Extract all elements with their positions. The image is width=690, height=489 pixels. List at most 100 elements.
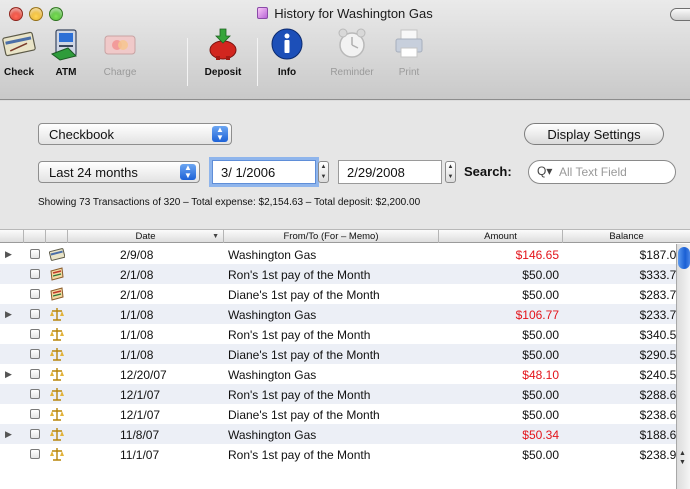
- toolbar-atm-label: ATM: [55, 67, 77, 78]
- scale-icon: [50, 408, 64, 421]
- column-date[interactable]: Date ▼: [68, 230, 224, 243]
- window-title: History for Washington Gas: [0, 6, 690, 21]
- row-date: 1/1/08: [120, 348, 154, 362]
- deposit-icon: [50, 287, 64, 301]
- row-amount: $50.00: [522, 288, 559, 302]
- row-amount: $50.00: [522, 448, 559, 462]
- toolbar-check-button[interactable]: Check: [0, 26, 43, 78]
- column-from-to[interactable]: From/To (For – Memo): [224, 230, 439, 243]
- scroll-arrows-icon[interactable]: ▲ ▼: [679, 449, 686, 467]
- row-date: 2/1/08: [120, 288, 154, 302]
- column-expand[interactable]: [0, 230, 24, 243]
- transaction-summary: Showing 73 Transactions of 320 – Total e…: [38, 197, 421, 208]
- row-payee: Washington Gas: [228, 368, 317, 382]
- disclosure-triangle-icon[interactable]: ▶: [5, 369, 12, 380]
- search-input[interactable]: Q▾ All Text Field: [528, 160, 676, 184]
- scale-icon: [50, 448, 64, 461]
- toolbar-deposit-button[interactable]: Deposit: [199, 26, 247, 78]
- table-row[interactable]: 11/1/07 Ron's 1st pay of the Month $50.00 $…: [0, 444, 683, 464]
- toolbar-atm-button[interactable]: ATM: [42, 26, 90, 78]
- row-checkbox[interactable]: [30, 449, 40, 459]
- row-amount: $50.34: [522, 428, 559, 442]
- row-checkbox[interactable]: [30, 389, 40, 399]
- row-date: 1/1/08: [120, 308, 154, 322]
- scale-icon: [50, 388, 64, 401]
- toolbar-info-button[interactable]: Info: [263, 26, 311, 78]
- table-row[interactable]: ▶ 1/1/08 Washington Gas $106.77 $233.74: [0, 304, 683, 324]
- column-checkbox[interactable]: [24, 230, 46, 243]
- sort-descending-icon: ▼: [212, 233, 219, 240]
- column-amount[interactable]: Amount: [439, 230, 563, 243]
- start-date-stepper[interactable]: ▲ ▼: [318, 161, 329, 183]
- table-header: Date ▼ From/To (For – Memo) Amount Balan…: [0, 229, 690, 243]
- table-row[interactable]: 1/1/08 Diane's 1st pay of the Month $50.00…: [0, 344, 683, 364]
- row-amount: $50.00: [522, 408, 559, 422]
- row-amount: $50.00: [522, 388, 559, 402]
- row-payee: Ron's 1st pay of the Month: [228, 328, 371, 342]
- table-row[interactable]: 2/1/08 Diane's 1st pay of the Month $50.00…: [0, 284, 683, 304]
- disclosure-triangle-icon[interactable]: ▶: [5, 309, 12, 320]
- toolbar-print-button[interactable]: Print: [385, 26, 433, 78]
- row-checkbox[interactable]: [30, 329, 40, 339]
- transactions-table: Date ▼ From/To (For – Memo) Amount Balan…: [0, 229, 690, 489]
- start-date-field[interactable]: 3/ 1/2006: [212, 160, 316, 184]
- disclosure-triangle-icon[interactable]: ▶: [5, 429, 12, 440]
- scale-icon: [50, 308, 64, 321]
- deposit-icon: [50, 267, 64, 281]
- table-row[interactable]: ▶ 12/20/07 Washington Gas $48.10 $240.51: [0, 364, 683, 384]
- toolbar-info-label: Info: [277, 67, 297, 78]
- column-type[interactable]: [46, 230, 68, 243]
- row-checkbox[interactable]: [30, 289, 40, 299]
- info-icon: [271, 28, 303, 60]
- table-row[interactable]: ▶ 2/9/08 Washington Gas $146.65 $187.09: [0, 244, 683, 264]
- period-select-value: Last 24 months: [49, 165, 138, 180]
- toolbar-charge-button[interactable]: Charge: [96, 26, 144, 78]
- toolbar-separator: [187, 38, 188, 86]
- search-placeholder: All Text Field: [559, 165, 627, 179]
- period-select[interactable]: Last 24 months ▲ ▼: [38, 161, 200, 183]
- row-checkbox[interactable]: [30, 369, 40, 379]
- toolbar-charge-label: Charge: [103, 67, 137, 78]
- row-checkbox[interactable]: [30, 409, 40, 419]
- scale-icon: [50, 428, 64, 441]
- row-payee: Ron's 1st pay of the Month: [228, 448, 371, 462]
- scale-icon: [50, 368, 64, 381]
- column-balance[interactable]: Balance: [563, 230, 690, 243]
- alarm-clock-icon: [338, 28, 366, 58]
- end-date-stepper[interactable]: ▲ ▼: [445, 161, 456, 183]
- row-amount: $146.65: [515, 248, 559, 262]
- window-title-text: History for Washington Gas: [274, 6, 433, 21]
- document-icon: [257, 7, 269, 19]
- display-settings-button[interactable]: Display Settings: [524, 123, 664, 145]
- row-checkbox[interactable]: [30, 309, 40, 319]
- row-payee: Washington Gas: [228, 308, 317, 322]
- title-toolbar-area: History for Washington Gas Check ATM Cha…: [0, 0, 690, 100]
- scrollbar-thumb[interactable]: [678, 247, 690, 269]
- table-row[interactable]: 2/1/08 Ron's 1st pay of the Month $50.00 $3…: [0, 264, 683, 284]
- row-payee: Washington Gas: [228, 248, 317, 262]
- toolbar-deposit-label: Deposit: [204, 67, 242, 78]
- table-row[interactable]: 12/1/07 Ron's 1st pay of the Month $50.00 $…: [0, 384, 683, 404]
- vertical-scrollbar[interactable]: ▲ ▼: [676, 244, 690, 489]
- toolbar-reminder-button[interactable]: Reminder: [328, 26, 376, 78]
- row-amount: $48.10: [522, 368, 559, 382]
- disclosure-triangle-icon[interactable]: ▶: [5, 249, 12, 260]
- row-payee: Diane's 1st pay of the Month: [228, 408, 380, 422]
- filter-panel: Checkbook ▲ ▼ Display Settings Last 24 mo…: [0, 101, 690, 229]
- row-date: 12/1/07: [120, 388, 161, 402]
- row-checkbox[interactable]: [30, 429, 40, 439]
- row-date: 12/20/07: [120, 368, 167, 382]
- account-select[interactable]: Checkbook ▲ ▼: [38, 123, 232, 145]
- updown-arrows-icon: ▲ ▼: [180, 164, 196, 180]
- table-row[interactable]: ▶ 11/8/07 Washington Gas $50.34 $188.61: [0, 424, 683, 444]
- end-date-field[interactable]: 2/29/2008: [338, 160, 442, 184]
- row-checkbox[interactable]: [30, 349, 40, 359]
- row-checkbox[interactable]: [30, 249, 40, 259]
- toolbar-toggle-button[interactable]: [670, 8, 690, 21]
- row-date: 11/8/07: [120, 428, 160, 442]
- row-checkbox[interactable]: [30, 269, 40, 279]
- search-icon: Q▾: [537, 164, 553, 178]
- row-date: 2/1/08: [120, 268, 154, 282]
- table-row[interactable]: 12/1/07 Diane's 1st pay of the Month $50.0…: [0, 404, 683, 424]
- table-row[interactable]: 1/1/08 Ron's 1st pay of the Month $50.00 $3…: [0, 324, 683, 344]
